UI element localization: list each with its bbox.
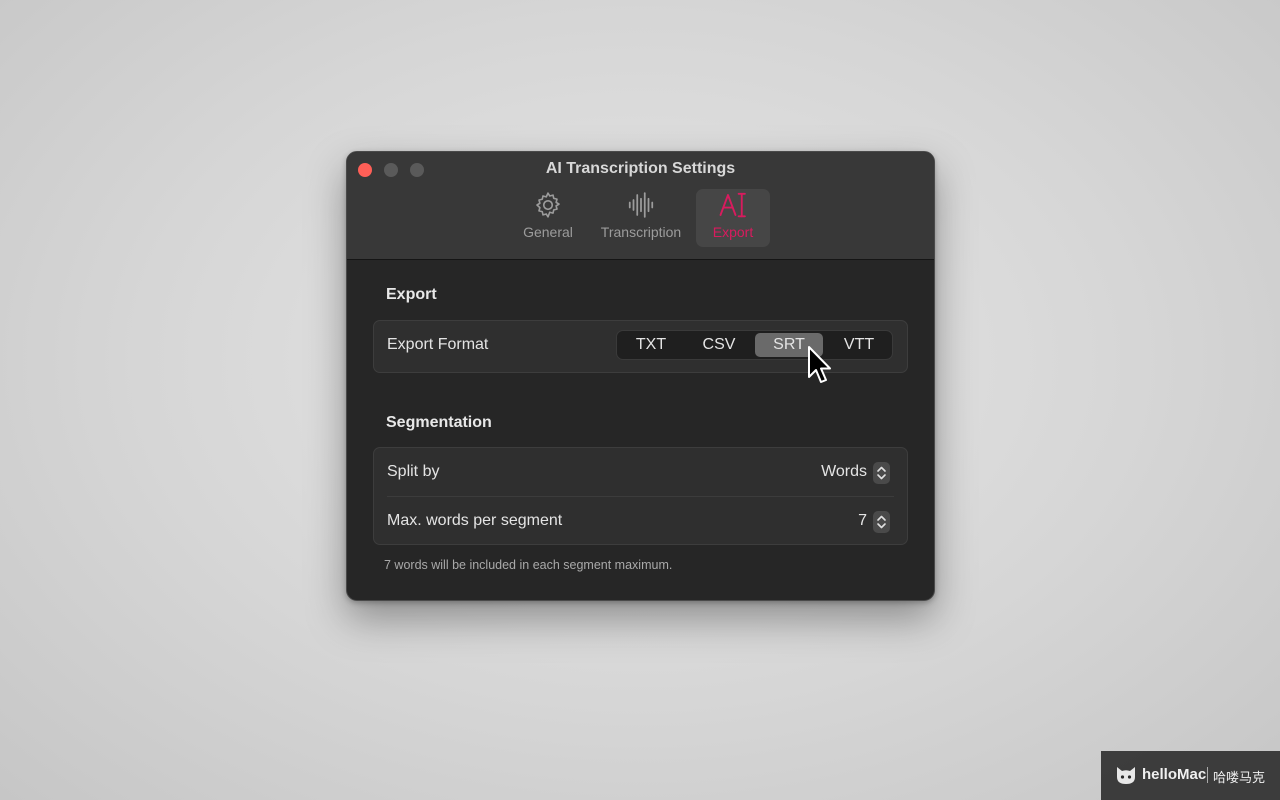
format-option-csv[interactable]: CSV — [688, 333, 750, 357]
watermark-chinese: 哈喽马克 — [1213, 770, 1266, 785]
split-by-label: Split by — [387, 463, 440, 480]
tab-transcription[interactable]: Transcription — [593, 189, 689, 247]
waveform-icon — [626, 189, 656, 221]
export-format-label: Export Format — [387, 336, 489, 353]
watermark-separator — [1207, 767, 1208, 783]
max-words-value[interactable]: 7 — [858, 512, 867, 530]
segmentation-group: Split by Words Max. words per segment 7 — [373, 447, 908, 545]
settings-window: AI Transcription Settings General Transc… — [346, 151, 935, 601]
tab-transcription-label: Transcription — [600, 224, 682, 240]
cat-logo-icon — [1115, 765, 1137, 789]
max-words-stepper-icon[interactable] — [873, 511, 890, 533]
gear-icon — [533, 189, 563, 221]
tab-export[interactable]: Export — [696, 189, 770, 247]
segment-footnote: 7 words will be included in each segment… — [384, 558, 673, 572]
tab-export-label: Export — [712, 224, 754, 240]
row-divider — [387, 496, 894, 497]
tab-general[interactable]: General — [515, 189, 581, 247]
toolbar: AI Transcription Settings General Transc… — [347, 152, 934, 260]
export-section-title: Export — [386, 286, 437, 303]
export-format-segmented-control: TXT CSV SRT VTT — [616, 330, 893, 360]
format-option-txt[interactable]: TXT — [620, 333, 682, 357]
split-by-chevron-icon[interactable] — [873, 462, 890, 484]
ai-text-cursor-icon — [718, 189, 748, 221]
watermark: helloMac 哈喽马克 — [1101, 751, 1280, 800]
split-by-popup-button[interactable]: Words — [821, 463, 867, 481]
max-words-label: Max. words per segment — [387, 512, 563, 529]
segmentation-section-title: Segmentation — [386, 414, 492, 431]
format-option-vtt[interactable]: VTT — [828, 333, 890, 357]
watermark-brand: helloMac — [1142, 766, 1207, 783]
window-title: AI Transcription Settings — [545, 160, 736, 177]
tab-general-label: General — [523, 224, 573, 240]
mouse-pointer-icon — [807, 345, 833, 390]
